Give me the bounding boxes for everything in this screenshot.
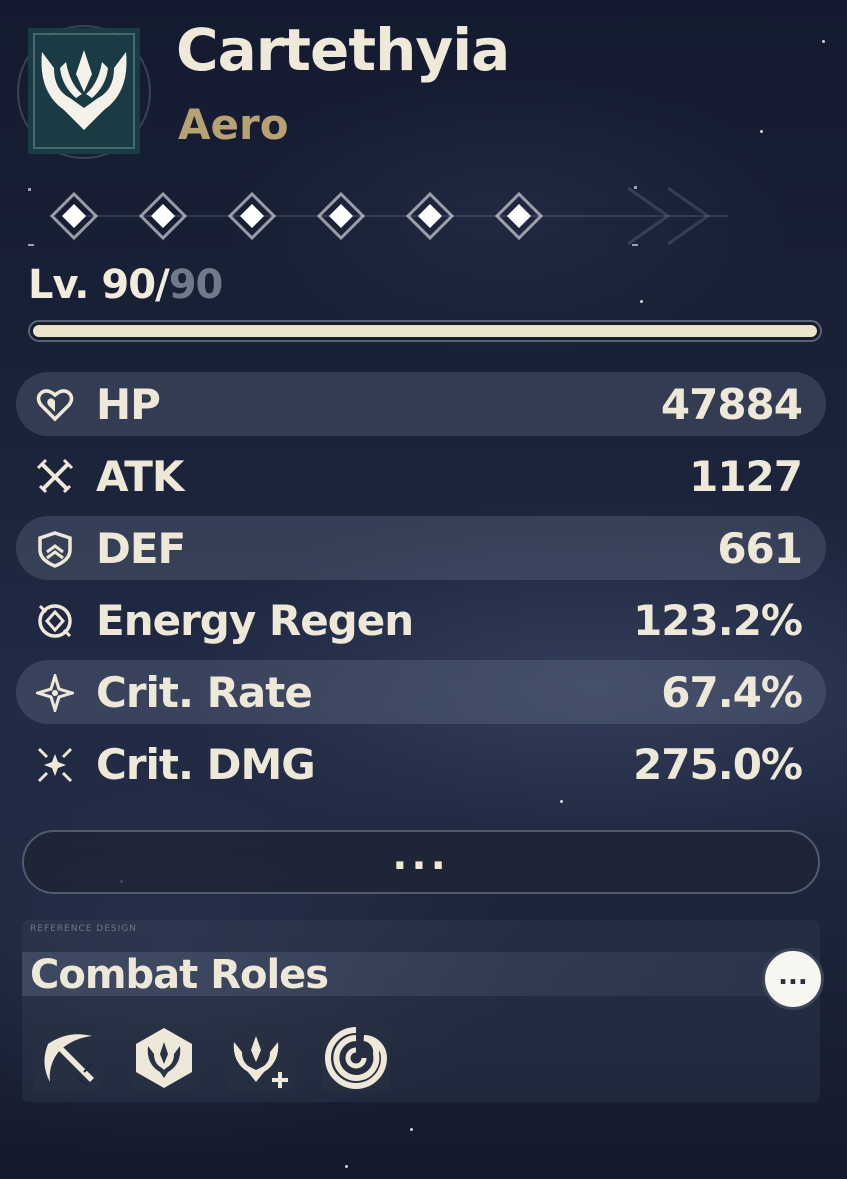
diamond-icon bbox=[494, 191, 544, 241]
sparkle-icon bbox=[36, 674, 74, 712]
slash-blade-icon bbox=[44, 1034, 94, 1087]
swirl-icon bbox=[325, 1027, 388, 1089]
combat-roles-info-button[interactable]: ... bbox=[762, 948, 824, 1010]
level-label: Lv. 90/90 bbox=[28, 262, 224, 308]
hexagon-emblem-icon bbox=[136, 1028, 192, 1088]
stat-row-def: DEF 661 bbox=[16, 516, 826, 580]
stat-value: 47884 bbox=[660, 380, 803, 429]
star-decoration bbox=[822, 40, 825, 43]
stat-label: HP bbox=[96, 380, 161, 429]
stat-label: Energy Regen bbox=[96, 596, 414, 645]
stat-value: 275.0% bbox=[633, 740, 803, 789]
stat-label: Crit. Rate bbox=[96, 668, 313, 717]
star-decoration bbox=[640, 300, 643, 303]
multi-sparkle-icon bbox=[37, 747, 73, 783]
diamond-icon bbox=[227, 191, 277, 241]
star-decoration bbox=[560, 800, 563, 803]
aero-emblem-icon bbox=[14, 22, 154, 162]
role-swirl[interactable] bbox=[322, 1024, 390, 1092]
role-emblem-plus[interactable] bbox=[226, 1024, 294, 1092]
stat-value: 67.4% bbox=[661, 668, 803, 717]
stat-label: ATK bbox=[96, 452, 184, 501]
level-current: Lv. 90/ bbox=[28, 262, 170, 308]
stat-label: Crit. DMG bbox=[96, 740, 316, 789]
stat-value: 1127 bbox=[689, 452, 803, 501]
sequence-node-6[interactable] bbox=[493, 190, 545, 242]
stat-row-crit-rate: Crit. Rate 67.4% bbox=[16, 660, 826, 724]
character-name: Cartethyia bbox=[176, 16, 510, 84]
diamond-icon bbox=[316, 191, 366, 241]
heart-icon bbox=[36, 389, 74, 422]
star-decoration bbox=[410, 1128, 413, 1131]
sequence-node-1[interactable] bbox=[48, 190, 100, 242]
shield-icon bbox=[38, 531, 72, 568]
star-decoration bbox=[345, 1165, 348, 1168]
sequence-node-2[interactable] bbox=[137, 190, 189, 242]
diamond-icon bbox=[138, 191, 188, 241]
sequence-node-4[interactable] bbox=[315, 190, 367, 242]
stat-row-energy-regen: Energy Regen 123.2% bbox=[16, 588, 826, 652]
stat-value: 661 bbox=[717, 524, 803, 573]
stat-row-atk: ATK 1127 bbox=[16, 444, 826, 508]
sequence-row bbox=[28, 182, 768, 252]
combat-roles-panel: REFERENCE DESIGN Combat Roles ... bbox=[22, 920, 824, 1102]
level-max: 90 bbox=[168, 262, 224, 308]
role-slash-blade[interactable] bbox=[34, 1024, 102, 1092]
stat-label: DEF bbox=[96, 524, 186, 573]
role-hexagon-emblem[interactable] bbox=[130, 1024, 198, 1092]
diamond-icon bbox=[49, 191, 99, 241]
stat-value: 123.2% bbox=[633, 596, 803, 645]
combat-roles-tag: REFERENCE DESIGN bbox=[30, 924, 137, 934]
energy-regen-icon bbox=[38, 604, 72, 638]
sequence-node-3[interactable] bbox=[226, 190, 278, 242]
character-element: Aero bbox=[178, 100, 289, 149]
more-stats-button[interactable]: ... bbox=[22, 830, 820, 894]
diamond-icon bbox=[405, 191, 455, 241]
combat-roles-title: Combat Roles bbox=[30, 952, 329, 998]
level-progress-bar bbox=[28, 320, 822, 342]
sequence-node-5[interactable] bbox=[404, 190, 456, 242]
level-progress-fill bbox=[33, 325, 817, 337]
star-decoration bbox=[760, 130, 763, 133]
stat-row-hp: HP 47884 bbox=[16, 372, 826, 436]
crossed-swords-icon bbox=[36, 458, 74, 494]
emblem-plus-icon bbox=[233, 1036, 288, 1088]
stat-row-crit-dmg: Crit. DMG 275.0% bbox=[16, 732, 826, 796]
